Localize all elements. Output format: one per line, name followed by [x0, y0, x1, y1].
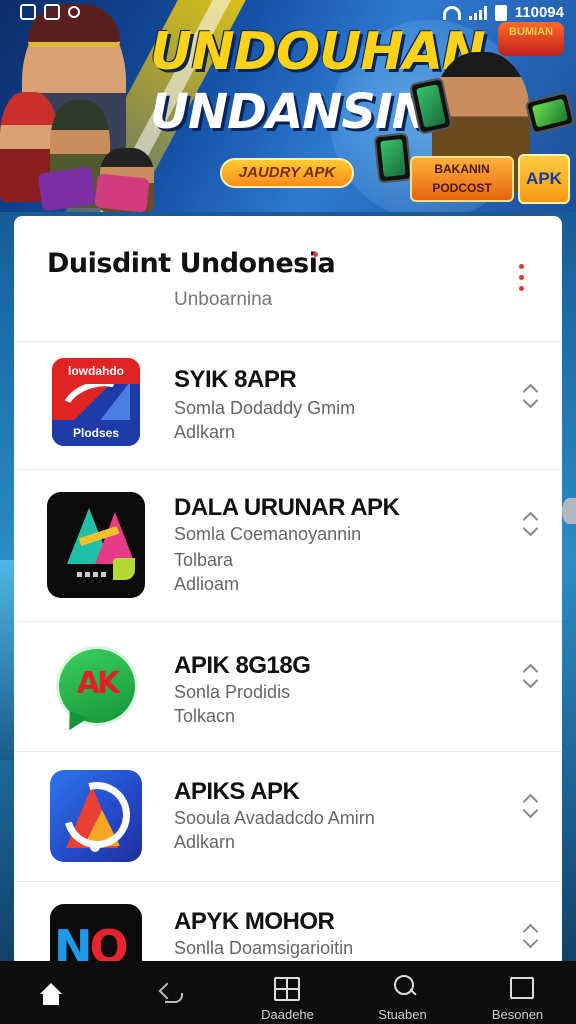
app-name: APIKS APK — [174, 778, 300, 805]
search-icon — [392, 975, 418, 999]
banner-card-graphic — [37, 166, 97, 212]
nav-back[interactable] — [115, 961, 230, 1024]
chevron-updown-icon[interactable] — [522, 794, 538, 818]
app-developer: Sonla Prodidis — [174, 682, 291, 702]
app-icon — [47, 492, 145, 598]
phone-graphic — [524, 91, 576, 135]
chevron-updown-icon[interactable] — [522, 384, 538, 408]
banner-logo: BUMIAN — [498, 22, 564, 56]
app-name: SYIK 8APR — [174, 366, 297, 393]
nav-home[interactable] — [0, 961, 115, 1024]
app-icon-text-bottom: Plodses — [52, 420, 140, 446]
app-list: lowdahdo Plodses SYIK 8APR Somla Dodaddy… — [14, 342, 562, 961]
app-row[interactable]: APIKS APK Sooula Avadadcdo Amirn Adlkarn — [14, 752, 562, 882]
app-category: Adlkarn — [174, 422, 236, 442]
banner-title-line1: UNDOUHAN — [150, 22, 486, 82]
status-time: 110094 — [514, 4, 564, 21]
nav-label: Daadehe — [261, 1007, 314, 1022]
status-bar: 110094 — [0, 0, 576, 26]
title-accent-dot — [313, 252, 318, 257]
app-category: Tolkacn — [174, 706, 236, 726]
back-icon — [157, 979, 183, 1003]
app-name: APYK MOHOR — [174, 908, 335, 935]
app-icon: NO — [50, 904, 142, 961]
nav-label: Stuaben — [378, 1007, 427, 1022]
home-icon — [38, 983, 64, 1007]
app-row[interactable]: AK APIK 8G18G Sonla Prodidis Tolkacn — [14, 622, 562, 752]
nav-besonen[interactable]: Besonen — [460, 961, 575, 1024]
kebab-menu-icon[interactable] — [512, 262, 532, 294]
banner-card-graphic — [94, 173, 150, 212]
app-icon-text-top: lowdahdo — [52, 358, 140, 384]
app-developer: Sooula Avadadcdo Amirn — [174, 808, 375, 828]
app-category: Tolbara — [174, 550, 234, 570]
app-tag: Adlioam — [174, 574, 240, 594]
signal-icon — [468, 5, 487, 20]
banner-apk-badge[interactable]: APK — [518, 154, 570, 204]
app-row[interactable]: NO APYK MOHOR Sonlla Doamsigarioitin — [14, 882, 562, 961]
app-name: APIK 8G18G — [174, 652, 311, 679]
card-header: Duisdint Undonesia Unboarnina — [14, 216, 562, 342]
banner-download-label-1: BAKANIN — [434, 162, 490, 176]
app-icon-text: N — [54, 920, 92, 961]
chevron-updown-icon[interactable] — [522, 512, 538, 536]
notification-icon — [68, 6, 80, 18]
app-icon-text: O — [89, 920, 129, 961]
banner-apk-pill[interactable]: JAUDRY APK — [220, 158, 354, 188]
promo-banner[interactable]: UNDOUHAN UNDANSINI JAUDRY APK BUMIAN BAK… — [0, 0, 576, 212]
grid-icon — [274, 977, 300, 1001]
app-category: Adlkarn — [174, 832, 236, 852]
app-icon: lowdahdo Plodses — [50, 356, 142, 448]
photo-icon — [44, 4, 60, 20]
nav-label: Besonen — [491, 1007, 544, 1022]
banner-download-button[interactable]: BAKANIN PODCOST — [410, 156, 514, 202]
nav-daadehe[interactable]: Daadehe — [230, 961, 345, 1024]
app-developer: Somla Dodaddy Gmim — [174, 398, 356, 418]
app-developer: Somla Coemanoyannin — [174, 524, 362, 544]
app-row[interactable]: DALA URUNAR APK Somla Coemanoyannin Tolb… — [14, 470, 562, 622]
background-decor — [562, 498, 576, 524]
bottom-navigation: Daadehe Stuaben Besonen — [0, 961, 576, 1024]
wifi-icon — [442, 5, 461, 20]
battery-icon — [494, 4, 507, 21]
app-row[interactable]: lowdahdo Plodses SYIK 8APR Somla Dodaddy… — [14, 342, 562, 470]
app-list-card: Duisdint Undonesia Unboarnina lowdahdo P… — [14, 216, 562, 961]
app-icon — [50, 770, 142, 862]
image-icon — [20, 4, 36, 20]
app-developer: Sonlla Doamsigarioitin — [174, 938, 354, 958]
chevron-updown-icon[interactable] — [522, 924, 538, 948]
page-title: Duisdint Undonesia — [47, 248, 336, 279]
app-icon-text: AK — [76, 666, 120, 701]
square-icon — [510, 977, 534, 999]
chevron-updown-icon[interactable] — [522, 664, 538, 688]
banner-download-label-2: PODCOST — [432, 181, 492, 195]
banner-title-line2: UNDANSINI — [150, 84, 449, 140]
phone-graphic — [373, 132, 413, 184]
page-subtitle: Unboarnina — [174, 289, 273, 310]
app-icon: AK — [50, 642, 142, 734]
nav-stuaben[interactable]: Stuaben — [345, 961, 460, 1024]
app-name: DALA URUNAR APK — [174, 494, 400, 521]
